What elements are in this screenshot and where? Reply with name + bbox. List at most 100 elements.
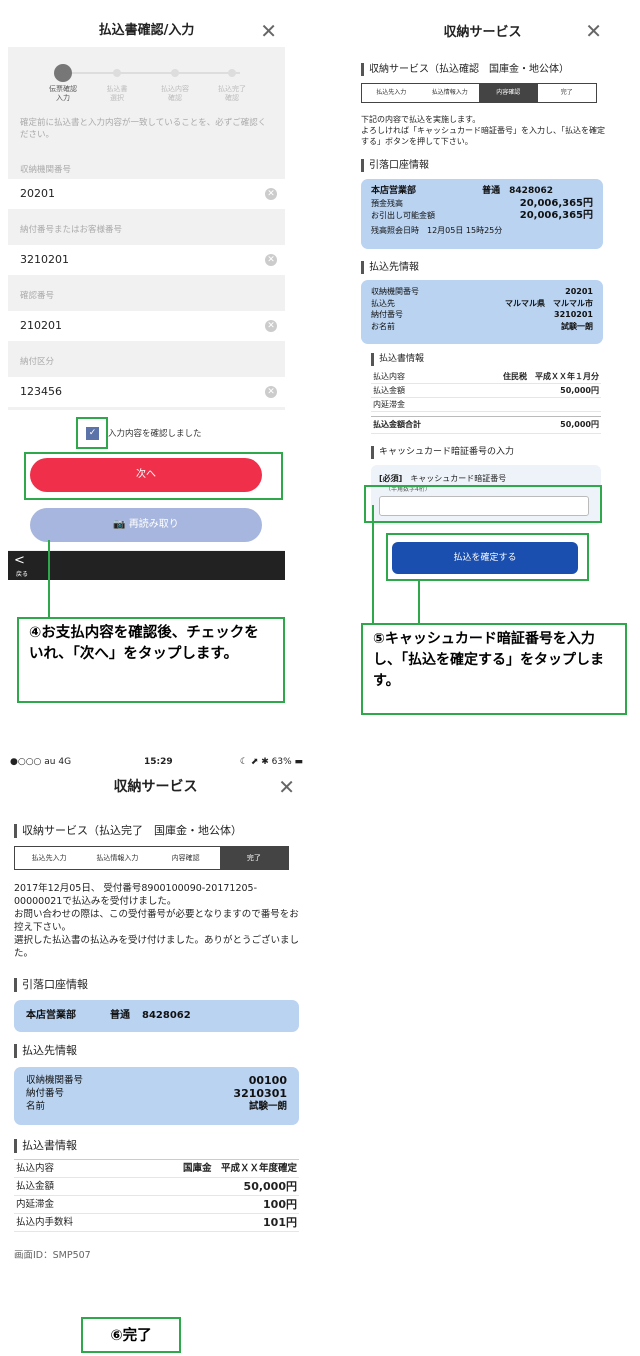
account-type: 普通	[482, 186, 501, 196]
field-label: 納付番号またはお客様番号	[20, 225, 123, 235]
total-label: 払込金額合計	[373, 420, 421, 429]
payee-key: 収納機関番号	[26, 1075, 84, 1086]
institution-number-field[interactable]: 20201 ✕	[8, 179, 285, 209]
slip-key: 内延滞金	[16, 1199, 55, 1210]
slip-key: 払込内容	[373, 372, 405, 381]
close-icon[interactable]: ✕	[260, 15, 277, 47]
slip-value: 50,000円	[560, 386, 599, 395]
check-icon: ✓	[86, 427, 99, 440]
payee-key: 収納機関番号	[371, 287, 419, 296]
back-arrow-icon[interactable]: <	[14, 553, 25, 568]
payee-key: 払込先	[371, 298, 395, 308]
balance-label: 預金残高	[371, 199, 403, 208]
field-label: 確認番号	[20, 291, 55, 301]
connector-line	[48, 540, 50, 618]
account-type: 普通	[110, 1010, 130, 1021]
callout-step5: ⑤キャッシュカード暗証番号を入力し、「払込を確定する」をタップします。	[361, 623, 627, 715]
header: 収納サービス ✕	[8, 771, 303, 803]
section-title: 収納サービス（払込確認 国庫金・地公体）	[361, 63, 569, 76]
section-title: 払込書情報	[14, 1139, 77, 1153]
close-icon[interactable]: ✕	[585, 15, 602, 47]
carrier-signal: ●○○○ au 4G	[10, 757, 72, 767]
payee-value: 試験一朗	[248, 1101, 287, 1112]
field-value: 210201	[20, 319, 62, 332]
step-label: 払込完了 確認	[218, 85, 246, 102]
checkbox-label: 入力内容を確認しました	[108, 429, 202, 439]
rescan-button[interactable]: 📷 再読み取り	[30, 508, 262, 542]
step-label: 払込書 選択	[106, 85, 128, 102]
field-value: 20201	[20, 187, 55, 200]
step-label: 払込内容 確認	[161, 85, 189, 102]
clear-icon[interactable]: ✕	[265, 386, 277, 398]
screen-slip-confirm: 払込書確認/入力 ✕ 伝票確認 入力 払込書 選択 払込内容 確認 払込完了 確…	[8, 15, 285, 580]
step-dot	[171, 69, 179, 77]
confirm-note: 確定前に払込書と入力内容が一致していることを、必ずご確認ください。	[20, 118, 267, 140]
callout-step6: ⑥完了	[81, 1317, 181, 1353]
breadcrumb-step: 払込先入力	[376, 89, 407, 96]
slip-value: 100円	[263, 1198, 297, 1211]
required-badge: [必須]	[379, 474, 403, 483]
payee-value: 20201	[565, 287, 593, 296]
section-title: 引落口座情報	[361, 159, 429, 172]
breadcrumb-step: 払込情報入力	[96, 854, 139, 862]
confirm-checkbox[interactable]: ✓	[76, 417, 108, 449]
pin-label: キャッシュカード暗証番号	[410, 474, 507, 483]
battery-status: ☾ ⬈ ✱ 63% ▬	[239, 757, 303, 767]
balance-value: 20,006,365円	[519, 198, 593, 209]
close-icon[interactable]: ✕	[278, 771, 295, 803]
breadcrumb-step-current: 完了	[219, 847, 288, 869]
payee-value: 3210201	[554, 310, 593, 319]
available-label: お引出し可能金額	[371, 210, 435, 220]
slip-value: 50,000円	[243, 1180, 297, 1193]
payee-value: 00100	[248, 1074, 287, 1087]
clear-icon[interactable]: ✕	[265, 254, 277, 266]
account-number: 8428062	[509, 186, 553, 196]
account-info: 本店営業部 普通 8428062	[14, 1000, 299, 1032]
section-title: 払込先情報	[361, 261, 419, 274]
connector-line	[372, 505, 374, 625]
slip-key: 払込金額	[16, 1181, 55, 1192]
pin-input[interactable]	[379, 496, 589, 516]
confirmation-number-field[interactable]: 210201 ✕	[8, 311, 285, 341]
payment-number-field[interactable]: 3210201 ✕	[8, 245, 285, 275]
breadcrumb-step: 内容確認	[171, 854, 200, 862]
step-line	[63, 72, 240, 74]
payment-category-field[interactable]: 123456 ✕	[8, 377, 285, 407]
page-title: 払込書確認/入力	[98, 23, 195, 38]
available-value: 20,006,365円	[519, 209, 593, 221]
breadcrumb-step: 完了	[560, 89, 573, 96]
account-info: 本店営業部 普通 8428062 預金残高 20,006,365円 お引出し可能金額…	[361, 179, 603, 249]
slip-key: 払込内容	[16, 1163, 55, 1174]
confirm-payment-button[interactable]: 払込を確定する	[392, 542, 578, 574]
breadcrumb: 払込先入力 払込情報入力 内容確認 完了	[14, 846, 289, 870]
page-title: 収納サービス	[113, 779, 198, 795]
section-title: 払込書情報	[371, 353, 424, 366]
slip-key: 内延滞金	[373, 400, 405, 409]
header: 払込書確認/入力 ✕	[8, 15, 285, 47]
screen-id: 画面ID：SMP507	[14, 1250, 91, 1261]
breadcrumb-step-current: 内容確認	[479, 84, 538, 102]
last-check: 残高照会日時 12月05日 15時25分	[371, 226, 503, 235]
slip-table: 払込内容 住民税 平成ＸＸ年１月分 払込金額 50,000円 内延滞金 払込金額合計…	[371, 370, 601, 434]
next-button[interactable]: 次へ	[30, 458, 262, 492]
section-title: 収納サービス（払込完了 国庫金・地公体）	[14, 824, 242, 838]
field-value: 123456	[20, 385, 62, 398]
slip-key: 払込金額	[373, 386, 405, 395]
payee-key: 名前	[26, 1101, 46, 1112]
page-title: 収納サービス	[443, 25, 522, 40]
payee-info: 収納機関番号 20201 払込先 マルマル県 マルマル市 納付番号 3210201 お…	[361, 280, 603, 344]
breadcrumb-step: 払込情報入力	[431, 89, 468, 96]
total-value: 50,000円	[560, 420, 599, 429]
branch-name: 本店営業部	[371, 186, 417, 196]
slip-table: 払込内容 国庫金 平成ＸＸ年度確定 払込金額 50,000円 内延滞金 100円 払込…	[14, 1159, 299, 1232]
clear-icon[interactable]: ✕	[265, 188, 277, 200]
section-title: 引落口座情報	[14, 978, 88, 992]
action-area: ✓ 入力内容を確認しました 次へ 📷 再読み取り	[8, 410, 285, 550]
screen-payment-complete: ●○○○ au 4G 15:29 ☾ ⬈ ✱ 63% ▬ 収納サービス ✕ 収納…	[8, 755, 303, 1275]
section-title: 払込先情報	[14, 1044, 77, 1058]
slip-value: 101円	[263, 1216, 297, 1229]
clear-icon[interactable]: ✕	[265, 320, 277, 332]
screen-payment-confirm: 収納サービス ✕ 収納サービス（払込確認 国庫金・地公体） 払込先入力 払込情報…	[355, 15, 610, 585]
step-indicator: 伝票確認 入力 払込書 選択 払込内容 確認 払込完了 確認	[8, 47, 285, 107]
payee-key: 納付番号	[371, 310, 403, 319]
